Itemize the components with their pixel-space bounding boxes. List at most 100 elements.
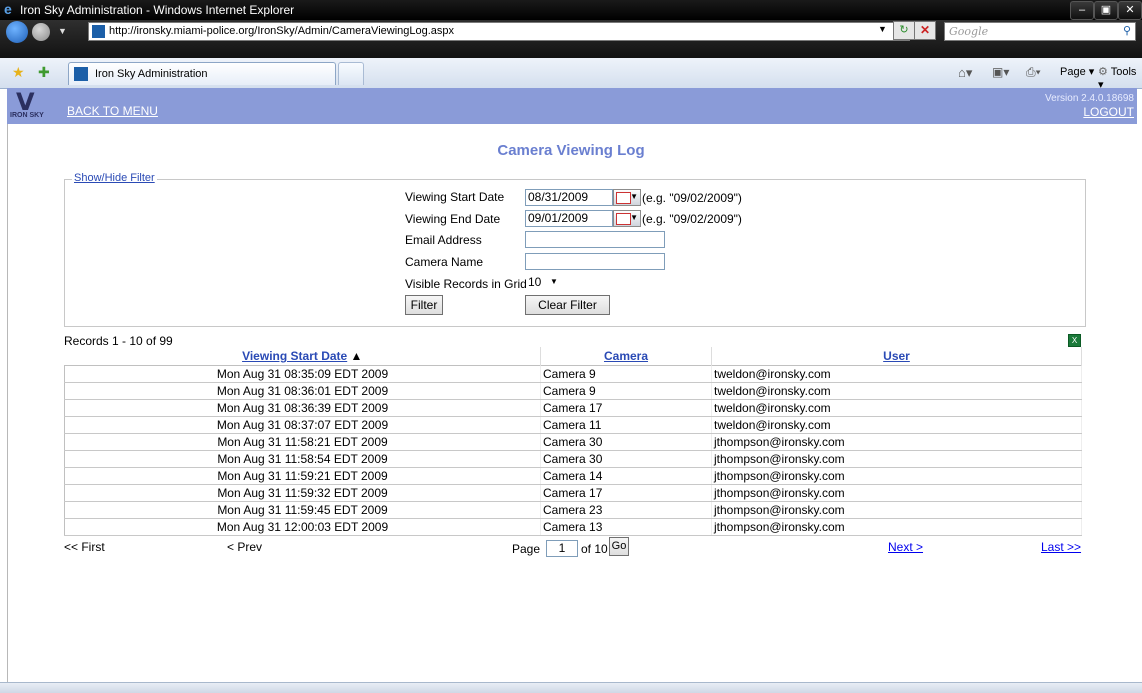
start-date-input[interactable]: 08/31/2009 — [525, 189, 613, 206]
cell-date: Mon Aug 31 11:59:32 EDT 2009 — [64, 484, 541, 502]
visible-records-select[interactable]: 10 ▼ — [528, 275, 564, 291]
page-number-input[interactable]: 1 — [546, 540, 578, 557]
camera-name-input[interactable] — [525, 253, 665, 270]
maximize-button[interactable]: ▣ — [1094, 1, 1118, 20]
last-page-link[interactable]: Last >> — [1041, 540, 1081, 554]
favorites-star-icon[interactable]: ★ — [12, 64, 25, 81]
cell-user: tweldon@ironsky.com — [711, 416, 1082, 434]
show-hide-filter-link[interactable]: Show/Hide Filter — [72, 172, 157, 184]
page-menu[interactable]: Page ▾ — [1060, 65, 1094, 78]
records-count: Records 1 - 10 of 99 — [64, 334, 173, 348]
table-row: Mon Aug 31 08:36:39 EDT 2009 Camera 17 twe… — [64, 399, 1082, 417]
page-title: Camera Viewing Log — [497, 142, 645, 159]
email-input[interactable] — [525, 231, 665, 248]
cell-user: jthompson@ironsky.com — [711, 501, 1082, 519]
clear-filter-button[interactable]: Clear Filter — [525, 295, 610, 315]
status-bar — [0, 682, 1142, 693]
cell-user: tweldon@ironsky.com — [711, 365, 1082, 383]
site-favicon-icon — [92, 25, 105, 38]
column-camera[interactable]: Camera — [540, 347, 712, 366]
version-label: Version 2.4.0.18698 — [1045, 93, 1134, 104]
cell-user: jthompson@ironsky.com — [711, 518, 1082, 536]
email-label: Email Address — [405, 233, 482, 247]
chevron-down-icon: ▼ — [550, 277, 558, 286]
refresh-icon[interactable]: ↻ — [893, 21, 915, 40]
cell-date: Mon Aug 31 12:00:03 EDT 2009 — [64, 518, 541, 536]
viewing-log-table: Viewing Start Date ▲ Camera User Mon Aug… — [64, 347, 1082, 536]
address-dropdown-icon[interactable]: ▼ — [878, 24, 887, 34]
cell-user: tweldon@ironsky.com — [711, 399, 1082, 417]
search-placeholder: Google — [949, 25, 989, 38]
address-field[interactable]: http://ironsky.miami-police.org/IronSky/… — [88, 22, 910, 41]
start-date-hint: (e.g. "09/02/2009") — [642, 191, 742, 205]
cell-date: Mon Aug 31 11:59:21 EDT 2009 — [64, 467, 541, 485]
cell-date: Mon Aug 31 08:36:39 EDT 2009 — [64, 399, 541, 417]
first-page-button[interactable]: << First — [64, 540, 105, 554]
sort-camera-link[interactable]: Camera — [604, 349, 648, 363]
sort-user-link[interactable]: User — [883, 349, 910, 363]
page-count-label: of 10 — [581, 542, 608, 556]
table-row: Mon Aug 31 12:00:03 EDT 2009 Camera 13 jth… — [64, 518, 1082, 536]
app-header: V IRON SKY BACK TO MENU Version 2.4.0.18… — [7, 88, 1137, 124]
cell-user: jthompson@ironsky.com — [711, 467, 1082, 485]
tab-bar: ★ ✚ Iron Sky Administration ⌂▾ ▣▾ ⎙▾ Pag… — [0, 58, 1142, 91]
stop-icon[interactable]: ✕ — [914, 21, 936, 40]
cell-user: jthompson@ironsky.com — [711, 450, 1082, 468]
filter-button[interactable]: Filter — [405, 295, 443, 315]
visible-records-value: 10 — [528, 275, 542, 289]
cell-user: tweldon@ironsky.com — [711, 382, 1082, 400]
logo-text: IRON SKY — [10, 112, 44, 119]
cell-camera: Camera 17 — [540, 484, 712, 502]
column-viewing-start-date[interactable]: Viewing Start Date ▲ — [64, 347, 541, 366]
cell-date: Mon Aug 31 08:36:01 EDT 2009 — [64, 382, 541, 400]
back-icon[interactable] — [6, 21, 28, 43]
page-label: Page — [512, 542, 541, 556]
dropdown-arrow-icon: ▼ — [630, 213, 638, 222]
new-tab-button[interactable] — [338, 62, 364, 85]
start-date-label: Viewing Start Date — [405, 190, 505, 204]
iron-sky-logo: V IRON SKY — [10, 88, 44, 122]
next-page-link[interactable]: Next > — [888, 540, 923, 554]
minimize-button[interactable]: – — [1070, 1, 1094, 20]
table-row: Mon Aug 31 11:58:21 EDT 2009 Camera 30 jth… — [64, 433, 1082, 451]
ie-logo-icon: e — [4, 1, 12, 17]
print-icon[interactable]: ⎙▾ — [1026, 65, 1041, 80]
window-title: Iron Sky Administration - Windows Intern… — [20, 3, 295, 17]
window-titlebar: e Iron Sky Administration - Windows Inte… — [0, 0, 1142, 20]
cell-camera: Camera 11 — [540, 416, 712, 434]
end-date-hint: (e.g. "09/02/2009") — [642, 212, 742, 226]
cell-camera: Camera 30 — [540, 450, 712, 468]
tab-iron-sky[interactable]: Iron Sky Administration — [68, 62, 336, 85]
calendar-icon — [616, 213, 631, 225]
prev-page-button[interactable]: < Prev — [227, 540, 262, 554]
search-icon[interactable]: ⚲ — [1123, 24, 1131, 37]
excel-export-icon[interactable]: X — [1068, 334, 1081, 347]
search-field[interactable]: Google ⚲ — [944, 22, 1136, 41]
go-button[interactable]: Go — [609, 537, 629, 556]
address-toolbar: ▼ http://ironsky.miami-police.org/IronSk… — [0, 20, 1142, 58]
cell-user: jthompson@ironsky.com — [711, 433, 1082, 451]
start-date-calendar-button[interactable]: ▼ — [613, 189, 641, 206]
cell-date: Mon Aug 31 08:37:07 EDT 2009 — [64, 416, 541, 434]
feeds-icon[interactable]: ▣▾ — [992, 65, 1009, 79]
close-window-button[interactable]: ✕ — [1118, 1, 1142, 20]
table-row: Mon Aug 31 08:36:01 EDT 2009 Camera 9 twel… — [64, 382, 1082, 400]
table-row: Mon Aug 31 08:37:07 EDT 2009 Camera 11 twe… — [64, 416, 1082, 434]
tab-favicon-icon — [74, 67, 88, 81]
calendar-icon — [616, 192, 631, 204]
logout-link[interactable]: LOGOUT — [1083, 105, 1134, 119]
end-date-input[interactable]: 09/01/2009 — [525, 210, 613, 227]
visible-records-label: Visible Records in Grid — [405, 277, 527, 291]
cell-date: Mon Aug 31 08:35:09 EDT 2009 — [64, 365, 541, 383]
tab-label: Iron Sky Administration — [95, 68, 208, 80]
recent-pages-dropdown-icon[interactable]: ▼ — [58, 26, 67, 36]
forward-icon[interactable] — [32, 23, 50, 41]
back-to-menu-link[interactable]: BACK TO MENU — [67, 104, 158, 118]
cell-camera: Camera 9 — [540, 365, 712, 383]
column-user[interactable]: User — [711, 347, 1082, 366]
table-row: Mon Aug 31 11:59:32 EDT 2009 Camera 17 jth… — [64, 484, 1082, 502]
home-icon[interactable]: ⌂▾ — [958, 65, 972, 81]
end-date-calendar-button[interactable]: ▼ — [613, 210, 641, 227]
add-favorite-icon[interactable]: ✚ — [38, 64, 50, 81]
sort-viewing-start-date-link[interactable]: Viewing Start Date — [242, 349, 347, 363]
